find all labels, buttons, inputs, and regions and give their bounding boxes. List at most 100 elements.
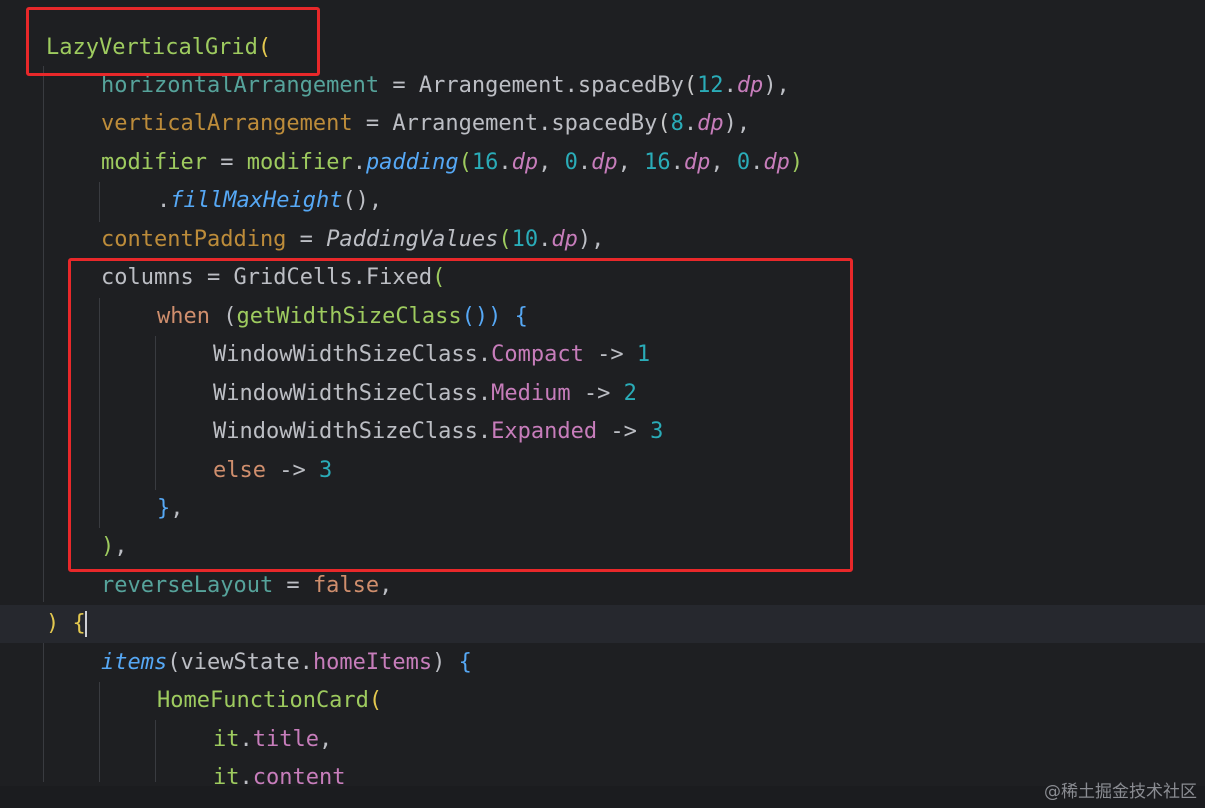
code-token: ), (577, 227, 605, 252)
code-line[interactable]: LazyVerticalGrid( (0, 29, 1205, 67)
code-token: items (101, 650, 168, 675)
code-text: WindowWidthSizeClass.Expanded -> 3 (213, 413, 663, 451)
code-token: -> (583, 342, 637, 367)
code-token: Expanded (491, 419, 598, 444)
code-token: -> (597, 419, 651, 444)
code-token: LazyVerticalGrid (46, 35, 258, 60)
code-line[interactable]: ), (0, 528, 1205, 566)
code-text: .fillMaxHeight(), (157, 182, 382, 220)
code-token: padding (365, 150, 459, 175)
code-token: , (170, 496, 184, 521)
code-token: -> (570, 381, 624, 406)
code-token: 3 (650, 419, 664, 444)
code-text: }, (157, 490, 184, 528)
code-token: ( (458, 150, 472, 175)
code-token: dp (591, 150, 618, 175)
code-token: ( (209, 304, 237, 329)
code-token: when (157, 304, 210, 329)
code-token: -> (265, 458, 319, 483)
code-line[interactable]: WindowWidthSizeClass.Compact -> 1 (0, 336, 1205, 374)
code-token: dp (736, 73, 764, 98)
code-token: , (617, 150, 645, 175)
code-line[interactable]: reverseLayout = false, (0, 567, 1205, 605)
code-token: = (193, 265, 234, 290)
code-text: ), (101, 528, 128, 566)
code-token: modifier (246, 150, 353, 175)
code-token: 0 (564, 150, 578, 175)
code-token: ) (46, 611, 73, 636)
code-text: items(viewState.homeItems) { (101, 644, 472, 682)
code-line[interactable]: horizontalArrangement = Arrangement.spac… (0, 67, 1205, 105)
code-text: it.title, (213, 721, 332, 759)
code-token: , (114, 534, 128, 559)
code-token: ( (498, 227, 512, 252)
code-token: 1 (636, 342, 651, 367)
code-token: 16 (644, 150, 671, 175)
code-token: ( (368, 688, 383, 713)
code-token: columns (101, 265, 194, 290)
code-token: . (723, 73, 737, 98)
bottom-bar (0, 786, 1205, 808)
code-text: horizontalArrangement = Arrangement.spac… (101, 67, 790, 105)
code-text: WindowWidthSizeClass.Medium -> 2 (213, 375, 637, 413)
code-line[interactable]: contentPadding = PaddingValues(10.dp), (0, 221, 1205, 259)
code-token: WindowWidthSizeClass. (213, 342, 492, 367)
code-token: WindowWidthSizeClass. (213, 381, 492, 406)
code-token: { (72, 611, 86, 636)
code-token: = (379, 73, 419, 98)
code-text: else -> 3 (213, 452, 332, 490)
code-line[interactable]: WindowWidthSizeClass.Medium -> 2 (0, 375, 1205, 413)
code-token: title (252, 727, 319, 752)
code-token: . (683, 111, 698, 136)
code-line[interactable]: WindowWidthSizeClass.Expanded -> 3 (0, 413, 1205, 451)
code-token: . (577, 150, 592, 175)
code-token: PaddingValues (326, 227, 499, 252)
code-token: . (239, 727, 253, 752)
code-line[interactable]: else -> 3 (0, 452, 1205, 490)
code-token: ), (723, 111, 751, 136)
code-line[interactable]: columns = GridCells.Fixed( (0, 259, 1205, 297)
code-token: verticalArrangement (101, 111, 353, 136)
code-token: . (750, 150, 764, 175)
code-token: , (379, 573, 393, 598)
code-token: dp (551, 227, 578, 252)
code-token: dp (683, 150, 711, 175)
code-token: ) (432, 650, 459, 675)
code-token: . (670, 150, 684, 175)
code-line[interactable]: }, (0, 490, 1205, 528)
code-token: ( (432, 265, 446, 290)
code-line[interactable]: items(viewState.homeItems) { (0, 644, 1205, 682)
code-token: = (206, 150, 247, 175)
code-token: 0 (736, 150, 751, 175)
code-token: GridCells.Fixed (233, 265, 433, 290)
code-token: { (458, 650, 472, 675)
code-line[interactable]: ) { (0, 605, 1205, 643)
code-token: horizontalArrangement (101, 73, 380, 98)
code-token: dp (511, 150, 539, 175)
code-token: 8 (670, 111, 684, 136)
code-line[interactable]: when (getWidthSizeClass()) { (0, 298, 1205, 336)
code-line[interactable]: .fillMaxHeight(), (0, 182, 1205, 220)
code-token: modifier (101, 150, 207, 175)
code-text: columns = GridCells.Fixed( (101, 259, 445, 297)
code-text: reverseLayout = false, (101, 567, 392, 605)
code-line[interactable]: it.title, (0, 721, 1205, 759)
code-line[interactable]: modifier = modifier.padding(16.dp, 0.dp,… (0, 144, 1205, 182)
watermark: @稀土掘金技术社区 (1044, 782, 1197, 802)
code-text: WindowWidthSizeClass.Compact -> 1 (213, 336, 650, 374)
code-token: ( (257, 35, 272, 60)
code-token: ( (657, 111, 671, 136)
code-editor[interactable]: LazyVerticalGrid(horizontalArrangement =… (0, 0, 1205, 808)
code-token: else (213, 458, 266, 483)
code-line[interactable]: HomeFunctionCard( (0, 682, 1205, 720)
code-token: = (352, 111, 393, 136)
code-line[interactable]: verticalArrangement = Arrangement.spaced… (0, 105, 1205, 143)
code-text: LazyVerticalGrid( (46, 29, 271, 67)
code-token: dp (763, 150, 790, 175)
code-token: dp (697, 111, 724, 136)
code-text: verticalArrangement = Arrangement.spaced… (101, 105, 750, 143)
code-token: ( (683, 73, 698, 98)
code-token: Medium (491, 381, 571, 406)
code-token: WindowWidthSizeClass. (213, 419, 492, 444)
code-token: , (318, 727, 333, 752)
